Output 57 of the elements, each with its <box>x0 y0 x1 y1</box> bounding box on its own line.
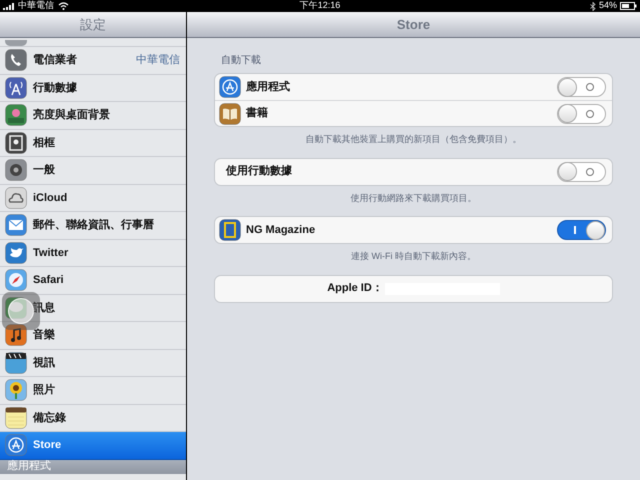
detail-title: Store <box>396 16 430 34</box>
sidebar-item[interactable]: 備忘錄 <box>0 404 186 432</box>
sidebar-item[interactable]: 行動數據 <box>0 74 186 102</box>
clapperboard-icon <box>5 352 27 374</box>
toggle-switch[interactable] <box>557 162 606 182</box>
toggle-switch[interactable] <box>557 77 606 97</box>
sidebar-title: 設定 <box>80 16 106 34</box>
group-footer: 使用行動網路來下載購買項目。 <box>214 192 613 205</box>
mail-icon <box>5 214 27 236</box>
group-footer: 連接 Wi-Fi 時自動下載新內容。 <box>214 250 613 264</box>
sidebar-item[interactable]: 視訊 <box>0 350 186 377</box>
sidebar-item[interactable]: Twitter <box>0 240 186 267</box>
speech-bubble-icon <box>5 296 27 319</box>
section-header: 應用程式 <box>0 460 186 474</box>
book-icon <box>219 102 241 124</box>
group-header: 自動下載 <box>220 54 262 68</box>
carrier-value: 中華電信 <box>136 53 180 68</box>
sidebar-item[interactable]: 亮度與桌面背景 <box>0 102 186 130</box>
sidebar-item[interactable]: 電信業者 中華電信 <box>0 47 186 74</box>
sidebar-item[interactable]: 音樂 <box>0 322 186 350</box>
wifi-icon <box>58 2 69 10</box>
battery-icon <box>620 2 637 10</box>
sidebar-item[interactable]: Safari <box>0 267 186 294</box>
app-icon <box>5 40 27 46</box>
row-label: 應用程式 <box>246 80 291 95</box>
toggle-switch[interactable] <box>557 220 606 240</box>
frame-icon <box>5 132 27 154</box>
cloud-icon <box>5 186 27 209</box>
app-store-icon <box>5 434 27 456</box>
row-label: 使用行動數據 <box>226 164 293 180</box>
phone-icon <box>5 49 27 72</box>
signal-icon <box>3 2 16 10</box>
sidebar-item[interactable]: 郵件、聯絡資訊、行事曆 <box>0 212 186 240</box>
antenna-icon <box>5 76 27 99</box>
group-footer: 自動下載其他裝置上購買的新項目（包含免費項目）。 <box>214 133 613 146</box>
bird-icon <box>5 242 27 264</box>
row-label: 書籍 <box>246 106 269 122</box>
compass-icon <box>5 269 27 292</box>
toggle-switch[interactable] <box>557 104 606 124</box>
sidebar-item[interactable]: 一般 <box>0 157 186 184</box>
clock-time: 下午12:16 <box>300 0 340 12</box>
carrier-name: 中華電信 <box>18 0 54 12</box>
sidebar-item[interactable]: 相框 <box>0 130 186 157</box>
sunflower-icon <box>5 379 27 402</box>
bluetooth-icon <box>590 2 596 10</box>
battery-percent: 54% <box>598 0 617 12</box>
sidebar-item[interactable]: Store <box>0 432 186 460</box>
notepad-icon <box>5 406 27 429</box>
music-note-icon <box>5 324 27 346</box>
flower-icon <box>5 104 27 126</box>
magazine-icon <box>219 219 241 241</box>
sidebar-item[interactable]: 照片 <box>0 377 186 404</box>
sidebar-item[interactable]: iCloud <box>0 184 186 212</box>
gear-icon <box>5 159 27 182</box>
app-store-icon <box>219 76 241 98</box>
row-label: NG Magazine <box>246 222 316 238</box>
apple-id-button[interactable]: Apple ID： <box>214 274 613 302</box>
